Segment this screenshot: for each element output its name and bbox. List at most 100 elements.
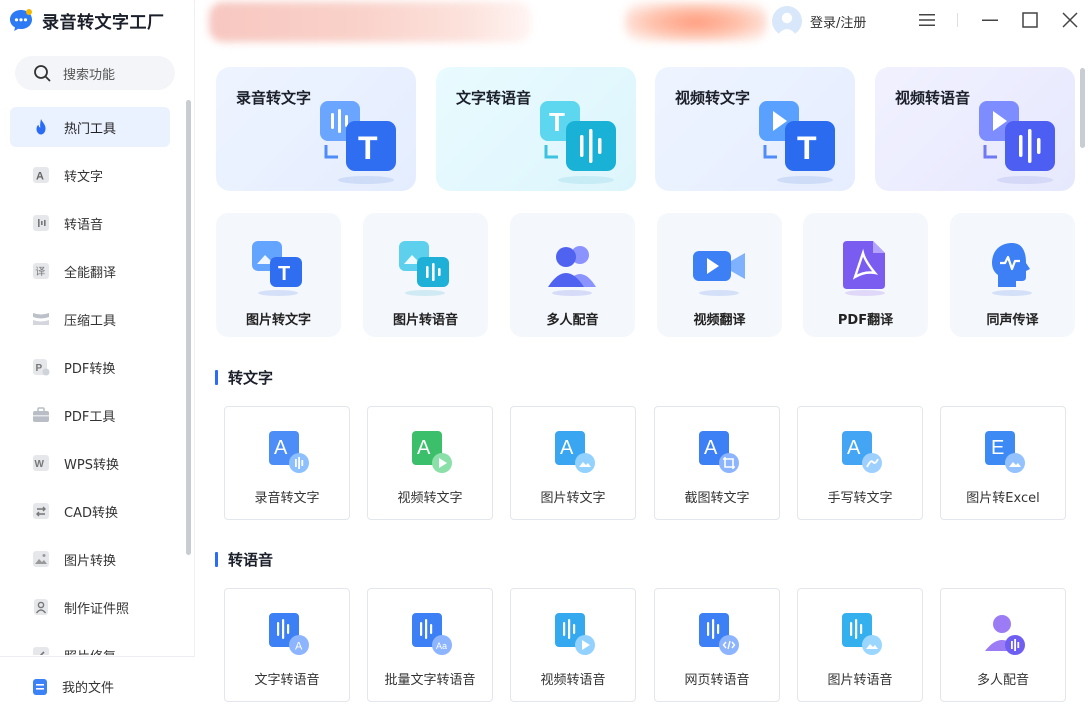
my-files-button[interactable]: 我的文件 <box>32 677 114 696</box>
svg-text:A: A <box>704 437 718 459</box>
sidebar-item-label: PDF工具 <box>64 409 116 425</box>
sidebar-item-pdf-convert[interactable]: P PDF转换 <box>10 347 170 387</box>
search-label: 搜索功能 <box>63 67 116 83</box>
video-to-audio-icon <box>979 101 1055 184</box>
search-function-button[interactable]: 搜索功能 <box>15 56 175 90</box>
sidebar-item-label: CAD转换 <box>64 505 118 521</box>
tool-label: 视频翻译 <box>693 313 746 328</box>
sidebar-item-to-speech[interactable]: 转语音 <box>10 203 170 243</box>
sidebar-item-cad-convert[interactable]: CAD转换 <box>10 491 170 531</box>
tool-label: 图片转语音 <box>392 313 458 328</box>
sidebar: 录音转文字工厂 搜索功能 热门工具 A 转文字 转语音 译 全能翻译 压缩工具 … <box>0 0 195 711</box>
image-to-audio-icon <box>399 241 449 296</box>
card-handwriting-to-text[interactable]: A 手写转文字 <box>797 406 923 520</box>
card-webpage-to-speech[interactable]: 网页转语音 <box>654 588 780 702</box>
batch-text-to-speech-icon: Aa <box>412 613 452 655</box>
top-bar: 登录/注册 <box>195 0 1092 48</box>
text-a-icon: A <box>32 166 50 184</box>
card-label: 图片转文字 <box>540 491 606 506</box>
tool-image-to-audio[interactable]: 图片转语音 <box>363 213 488 337</box>
sidebar-footer: 我的文件 <box>0 656 195 711</box>
section-accent-bar <box>215 551 218 567</box>
webpage-to-speech-icon <box>699 613 739 655</box>
app-title: 录音转文字工厂 <box>42 12 165 33</box>
sidebar-item-label: WPS转换 <box>64 457 119 473</box>
svg-text:T: T <box>797 130 817 166</box>
flame-icon <box>32 118 50 136</box>
sidebar-nav: 热门工具 A 转文字 转语音 译 全能翻译 压缩工具 P PDF转换 PDF工具… <box>10 107 170 655</box>
translate-icon: 译 <box>32 262 50 280</box>
tool-image-to-text[interactable]: T 图片转文字 <box>216 213 341 337</box>
sidebar-item-image-convert[interactable]: 图片转换 <box>10 539 170 579</box>
chat-bubble-logo-icon <box>10 9 32 31</box>
feature-card-video-to-text[interactable]: 视频转文字 T <box>655 67 855 191</box>
section-accent-bar <box>215 369 218 385</box>
close-icon[interactable] <box>1060 10 1080 30</box>
cad-icon <box>32 502 50 520</box>
tool-label: PDF翻译 <box>837 313 894 328</box>
tool-multi-voice[interactable]: 多人配音 <box>510 213 635 337</box>
tool-video-translate[interactable]: 视频翻译 <box>657 213 782 337</box>
image-to-excel-icon: E <box>985 431 1025 473</box>
search-icon <box>34 65 51 82</box>
sidebar-item-pdf-tools[interactable]: PDF工具 <box>10 395 170 435</box>
card-multi-voice[interactable]: 多人配音 <box>940 588 1066 702</box>
feature-card-text-to-audio[interactable]: 文字转语音 T <box>436 67 636 191</box>
card-image-to-excel[interactable]: E 图片转Excel <box>940 406 1066 520</box>
svg-text:译: 译 <box>35 266 45 278</box>
card-audio-to-text[interactable]: A 录音转文字 <box>224 406 350 520</box>
card-text-to-speech[interactable]: A 文字转语音 <box>224 588 350 702</box>
svg-text:E: E <box>991 437 1004 459</box>
svg-text:T: T <box>278 263 290 285</box>
card-label: 批量文字转语音 <box>384 673 476 688</box>
section-title-label: 转语音 <box>228 550 274 569</box>
tool-label: 同声传译 <box>986 313 1039 328</box>
card-label: 手写转文字 <box>827 491 893 506</box>
card-image-to-speech[interactable]: 图片转语音 <box>797 588 923 702</box>
login-button[interactable]: 登录/注册 <box>772 6 866 36</box>
card-label: 图片转Excel <box>966 491 1040 506</box>
card-video-to-text[interactable]: A 视频转文字 <box>367 406 493 520</box>
sidebar-item-photo-repair[interactable]: 照片修复 <box>10 635 170 655</box>
my-files-label: 我的文件 <box>62 681 115 696</box>
card-screenshot-to-text[interactable]: A 截图转文字 <box>654 406 780 520</box>
image-to-text-icon: T <box>252 241 302 296</box>
sidebar-item-compress[interactable]: 压缩工具 <box>10 299 170 339</box>
maximize-icon[interactable] <box>1020 10 1040 30</box>
feature-title: 视频转文字 <box>675 89 751 107</box>
video-to-text-icon: A <box>412 431 452 473</box>
promo-badge[interactable] <box>625 2 767 42</box>
card-label: 网页转语音 <box>684 673 750 688</box>
feature-card-audio-to-text[interactable]: 录音转文字 T <box>216 67 416 191</box>
tool-pdf-translate[interactable]: PDF翻译 <box>803 213 928 337</box>
tool-simultaneous-interpret[interactable]: 同声传译 <box>950 213 1075 337</box>
sidebar-item-hot-tools[interactable]: 热门工具 <box>10 107 170 147</box>
card-video-to-speech[interactable]: 视频转语音 <box>510 588 636 702</box>
svg-text:A: A <box>417 437 431 459</box>
promo-banner[interactable] <box>209 2 531 42</box>
app-window: 录音转文字工厂 搜索功能 热门工具 A 转文字 转语音 译 全能翻译 压缩工具 … <box>0 0 1092 711</box>
video-to-speech-icon <box>555 613 595 655</box>
tool-label: 图片转文字 <box>245 313 311 328</box>
sidebar-item-to-text[interactable]: A 转文字 <box>10 155 170 195</box>
card-batch-text-to-speech[interactable]: Aa 批量文字转语音 <box>367 588 493 702</box>
sidebar-item-wps-convert[interactable]: W WPS转换 <box>10 443 170 483</box>
image-to-speech-icon <box>842 613 882 655</box>
audio-to-text-icon: A <box>269 431 309 473</box>
sidebar-item-id-photo[interactable]: 制作证件照 <box>10 587 170 627</box>
svg-text:T: T <box>358 130 378 166</box>
card-label: 图片转语音 <box>827 673 893 688</box>
menu-icon[interactable] <box>917 10 937 30</box>
sidebar-item-translate[interactable]: 译 全能翻译 <box>10 251 170 291</box>
section-title-to-text: 转文字 <box>215 368 273 387</box>
main-scrollbar[interactable] <box>1080 68 1085 148</box>
card-label: 视频转语音 <box>540 673 606 688</box>
feature-title: 录音转文字 <box>236 89 312 107</box>
feature-card-video-to-audio[interactable]: 视频转语音 <box>875 67 1075 191</box>
image-to-text-icon: A <box>555 431 595 473</box>
card-image-to-text[interactable]: A 图片转文字 <box>510 406 636 520</box>
card-label: 多人配音 <box>976 673 1029 688</box>
video-to-text-icon: T <box>759 101 835 184</box>
sidebar-scrollbar[interactable] <box>186 100 191 555</box>
minimize-icon[interactable] <box>980 10 1000 30</box>
